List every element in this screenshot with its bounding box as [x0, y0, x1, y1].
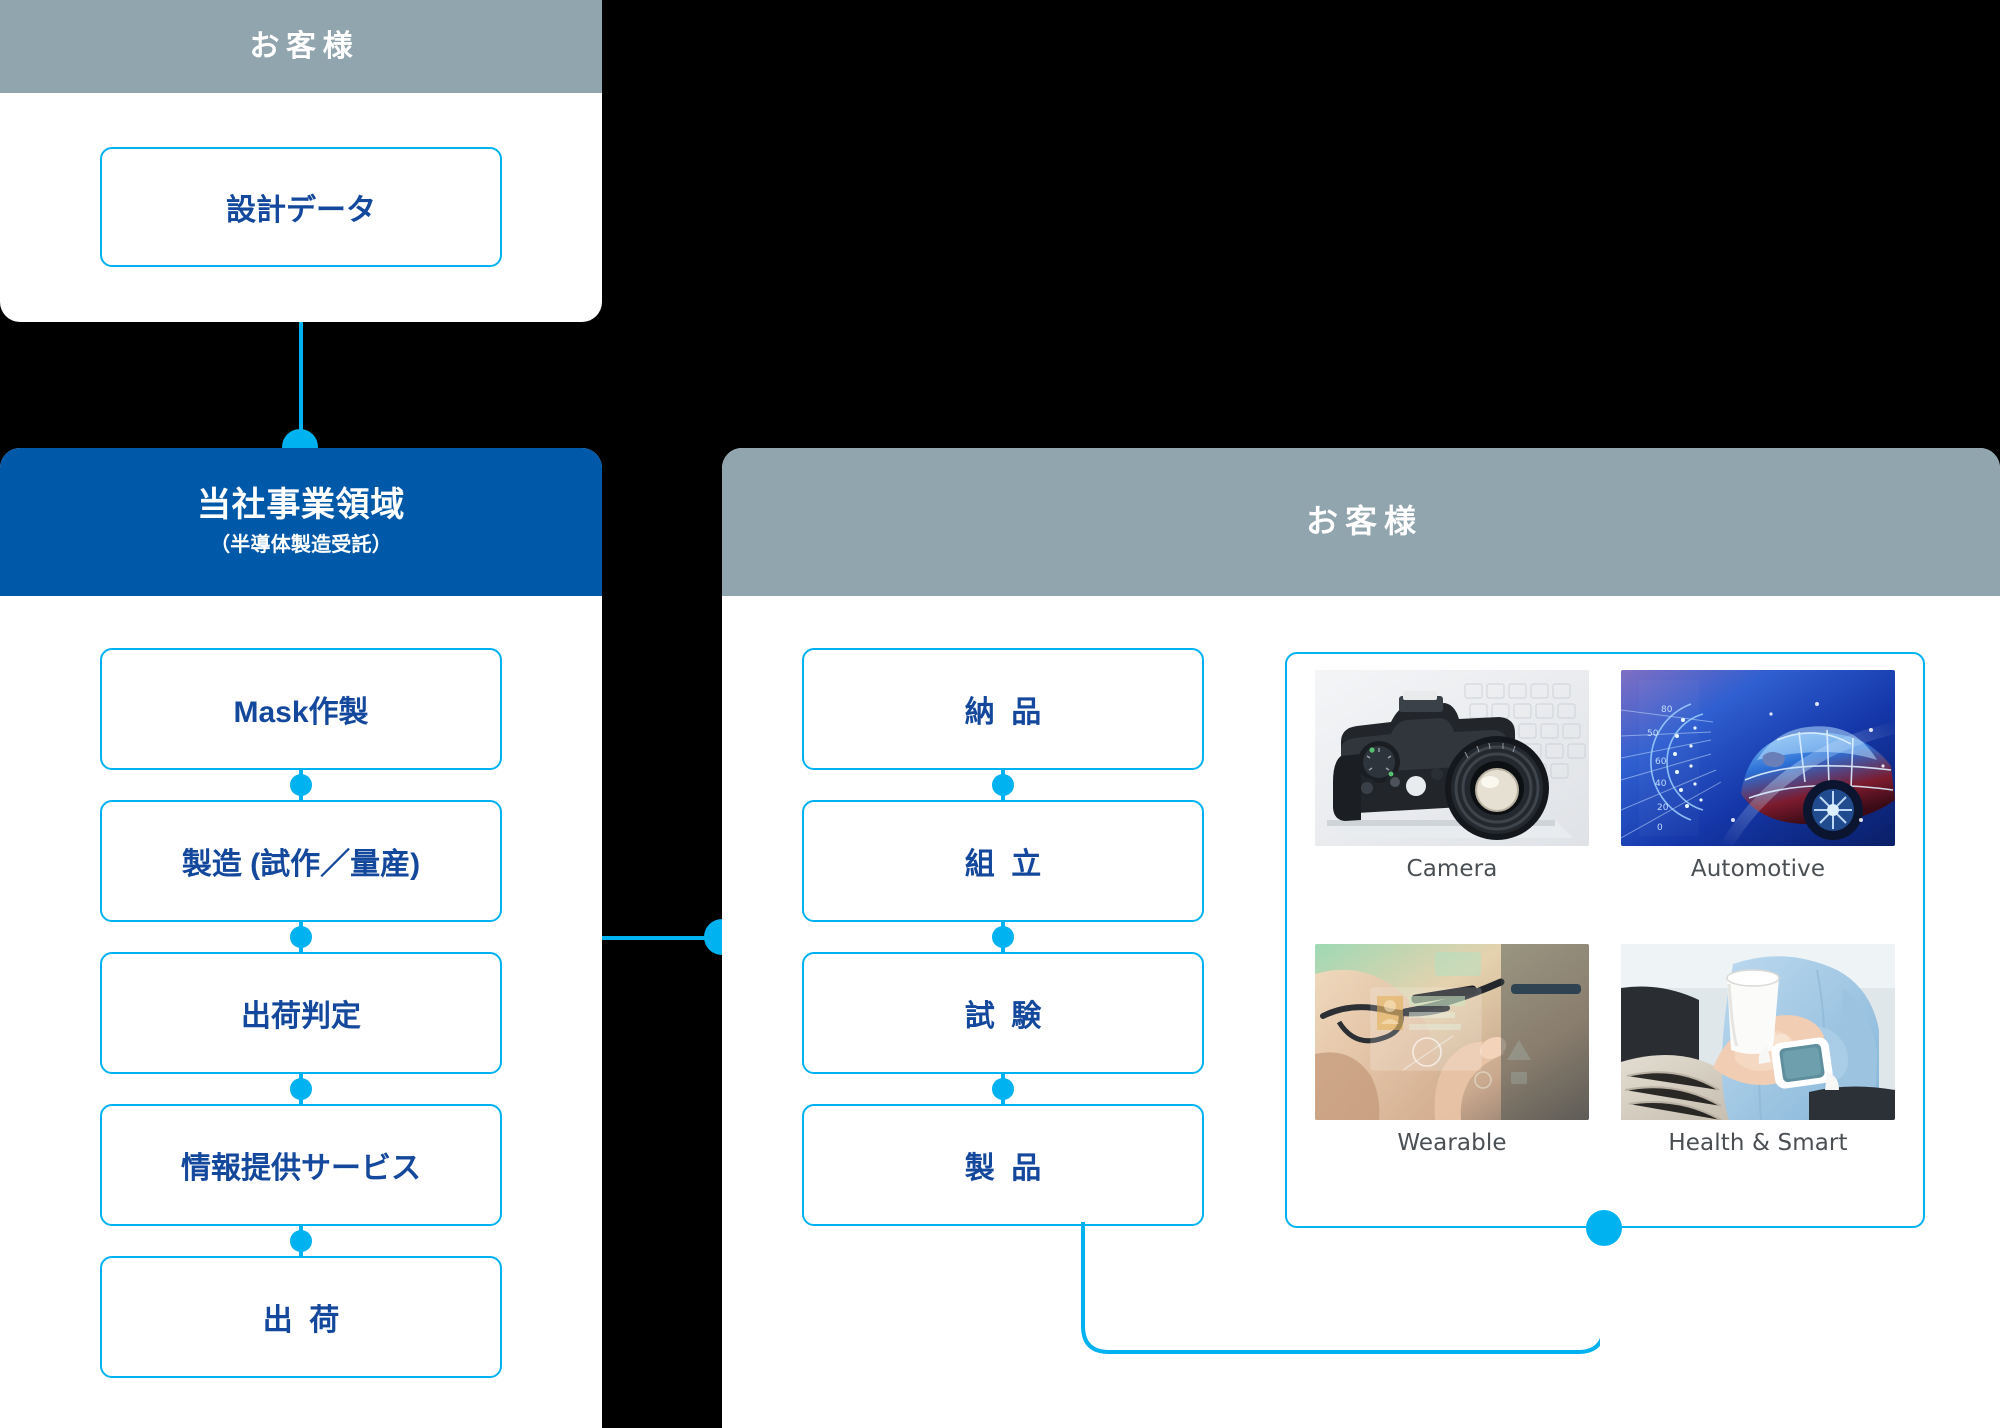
flow-box-shipment: 出荷	[100, 1256, 502, 1378]
flow-box-shipping-judgement: 出荷判定	[100, 952, 502, 1074]
panel-customer-top: お客様 設計データ	[0, 0, 602, 322]
panel-our-business-header: 当社事業領域 （半導体製造受託）	[0, 448, 602, 596]
node-dot-testing-product	[992, 1078, 1014, 1100]
flow-box-manufacturing: 製造 (試作／量産)	[100, 800, 502, 922]
panel-customer-right-header: お客様	[722, 448, 2000, 596]
product-tile-label: Health & Smart	[1668, 1130, 1848, 1156]
svg-text:80: 80	[1661, 705, 1673, 715]
panel-customer-top-header: お客様	[0, 0, 602, 93]
node-dot-assembly-testing	[992, 926, 1014, 948]
flow-box-design-data: 設計データ	[100, 147, 502, 267]
diagram-canvas: お客様 設計データ 当社事業領域 （半導体製造受託） Mask作製 製造 (試作…	[0, 0, 2000, 1428]
product-tile-camera: Camera	[1309, 670, 1595, 936]
node-dot-manufacturing-judgement	[290, 926, 312, 948]
connector-product-to-applications	[1081, 1222, 1600, 1354]
health-smart-photo-icon	[1621, 944, 1895, 1120]
node-dot-delivery-assembly	[992, 774, 1014, 796]
flow-box-testing: 試験	[802, 952, 1204, 1074]
wearable-photo-icon	[1315, 944, 1589, 1120]
automotive-photo-icon: 80 50 60 40 20 0	[1621, 670, 1895, 846]
node-dot-info-shipment	[290, 1230, 312, 1252]
product-tile-label: Automotive	[1690, 856, 1826, 882]
flow-box-mask: Mask作製	[100, 648, 502, 770]
flow-box-assembly: 組立	[802, 800, 1204, 922]
node-dot-applications-entry	[1586, 1210, 1622, 1246]
flow-box-delivery: 納品	[802, 648, 1204, 770]
flow-box-info-service: 情報提供サービス	[100, 1104, 502, 1226]
node-dot-judgement-info	[290, 1078, 312, 1100]
panel-customer-top-title: お客様	[249, 30, 360, 63]
panel-our-business: 当社事業領域 （半導体製造受託） Mask作製 製造 (試作／量産) 出荷判定 …	[0, 448, 602, 1428]
svg-text:60: 60	[1655, 757, 1667, 767]
product-tile-health-smart: Health & Smart	[1615, 944, 1901, 1210]
svg-text:0: 0	[1657, 823, 1663, 833]
svg-text:20: 20	[1657, 803, 1669, 813]
camera-photo-icon	[1315, 670, 1589, 846]
svg-text:40: 40	[1655, 779, 1667, 789]
node-dot-mask-manufacturing	[290, 774, 312, 796]
panel-customer-right-title: お客様	[1305, 503, 1424, 540]
connector-customer-to-business	[299, 322, 303, 442]
panel-our-business-title: 当社事業領域	[196, 485, 406, 524]
product-tile-automotive: 80 50 60 40 20 0 Automotive	[1615, 670, 1901, 936]
product-tile-label: Camera	[1406, 856, 1498, 882]
svg-text:50: 50	[1647, 729, 1659, 739]
panel-our-business-subtitle: （半導体製造受託）	[210, 534, 392, 557]
